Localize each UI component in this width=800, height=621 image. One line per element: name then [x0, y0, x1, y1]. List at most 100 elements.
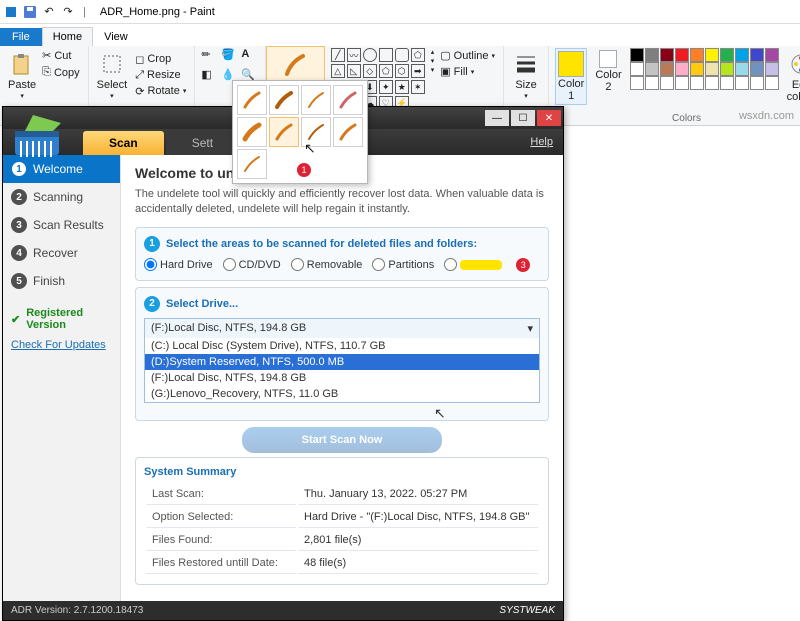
shape-arrow-r-icon[interactable]: ➡ — [411, 64, 425, 78]
tab-settings[interactable]: Sett — [166, 131, 239, 155]
brush-6[interactable] — [269, 117, 299, 147]
tab-scan[interactable]: Scan — [83, 131, 164, 155]
radio-cd-dvd[interactable]: CD/DVD — [223, 258, 281, 271]
color-custom7[interactable] — [720, 76, 734, 90]
color-lavender[interactable] — [765, 62, 779, 76]
color-gold[interactable] — [690, 62, 704, 76]
color-lime[interactable] — [720, 62, 734, 76]
fill-shape-button[interactable]: ▣Fill ▾ — [438, 64, 497, 79]
brush-7[interactable] — [301, 117, 331, 147]
brush-5[interactable] — [237, 117, 267, 147]
color-yellow[interactable] — [705, 48, 719, 62]
color-ltyellow[interactable] — [705, 62, 719, 76]
color-custom2[interactable] — [645, 76, 659, 90]
shape-line-icon[interactable]: ╱ — [331, 48, 345, 62]
color-gray25[interactable] — [645, 62, 659, 76]
brush-9[interactable] — [237, 149, 267, 179]
home-tab[interactable]: Home — [42, 27, 93, 46]
fill-icon[interactable]: 🪣 — [221, 48, 239, 66]
shape-roundrect-icon[interactable] — [395, 48, 409, 62]
outline-button[interactable]: ▢Outline ▾ — [438, 48, 497, 63]
shape-rect-icon[interactable] — [379, 48, 393, 62]
color-custom1[interactable] — [630, 76, 644, 90]
shape-star4-icon[interactable]: ✦ — [379, 80, 393, 94]
color-ltturquoise[interactable] — [735, 62, 749, 76]
shape-tri-icon[interactable]: △ — [331, 64, 345, 78]
radio-hard-drive[interactable]: Hard Drive — [144, 258, 213, 271]
drive-option-c[interactable]: (C:) Local Disc (System Drive), NTFS, 11… — [145, 338, 539, 354]
color-custom5[interactable] — [690, 76, 704, 90]
file-tab[interactable]: File — [0, 28, 42, 46]
shape-pent-icon[interactable]: ⬠ — [379, 64, 393, 78]
maximize-button[interactable]: ☐ — [511, 110, 535, 126]
redo-icon[interactable]: ↷ — [59, 3, 77, 21]
radio-hidden[interactable] — [444, 258, 502, 271]
save-icon[interactable] — [21, 3, 39, 21]
drive-option-g[interactable]: (G:)Lenovo_Recovery, NTFS, 11.0 GB — [145, 386, 539, 402]
step-scanning[interactable]: 2Scanning — [3, 183, 120, 211]
minimize-button[interactable]: — — [485, 110, 509, 126]
drive-option-f[interactable]: (F:)Local Disc, NTFS, 194.8 GB — [145, 370, 539, 386]
brush-2[interactable] — [269, 85, 299, 115]
color-turquoise[interactable] — [735, 48, 749, 62]
resize-button[interactable]: ⤢Resize — [133, 68, 188, 83]
color-custom10[interactable] — [765, 76, 779, 90]
view-tab[interactable]: View — [93, 27, 139, 46]
color-darkred[interactable] — [660, 48, 674, 62]
brush-1[interactable] — [237, 85, 267, 115]
pencil-icon[interactable]: ✏ — [201, 48, 219, 66]
brush-4[interactable] — [333, 85, 363, 115]
shape-hex-icon[interactable]: ⬡ — [395, 64, 409, 78]
color-custom9[interactable] — [750, 76, 764, 90]
paint-menu-icon[interactable] — [2, 3, 20, 21]
check-updates-link[interactable]: Check For Updates — [3, 333, 120, 361]
color2-button[interactable]: Color 2 — [593, 48, 623, 95]
cut-button[interactable]: ✂Cut — [40, 48, 82, 63]
shape-oval-icon[interactable] — [363, 48, 377, 62]
edit-colors-button[interactable]: Edit colors — [785, 48, 800, 105]
color-rose[interactable] — [675, 62, 689, 76]
text-icon[interactable]: A — [241, 48, 259, 66]
crop-button[interactable]: ◻Crop — [133, 52, 188, 67]
shape-star5-icon[interactable]: ★ — [395, 80, 409, 94]
drive-option-d[interactable]: (D:)System Reserved, NTFS, 500.0 MB — [145, 354, 539, 370]
color-custom3[interactable] — [660, 76, 674, 90]
shape-rtri-icon[interactable]: ◺ — [347, 64, 361, 78]
rotate-button[interactable]: ⟳Rotate ▾ — [133, 84, 188, 99]
color1-button[interactable]: Color 1 — [555, 48, 587, 105]
undo-icon[interactable]: ↶ — [40, 3, 58, 21]
gallery-down-icon[interactable]: ▾ — [431, 57, 435, 65]
step-recover[interactable]: 4Recover — [3, 239, 120, 267]
start-scan-button[interactable]: Start Scan Now — [242, 427, 442, 453]
shape-diamond-icon[interactable]: ◇ — [363, 64, 377, 78]
close-button[interactable]: ✕ — [537, 110, 561, 126]
help-link[interactable]: Help — [530, 136, 563, 148]
color-custom4[interactable] — [675, 76, 689, 90]
copy-button[interactable]: ⎘Copy — [40, 65, 82, 80]
color-orange[interactable] — [690, 48, 704, 62]
step-results[interactable]: 3Scan Results — [3, 211, 120, 239]
color-bluegray[interactable] — [750, 62, 764, 76]
color-custom8[interactable] — [735, 76, 749, 90]
size-button[interactable]: Size ▾ — [510, 48, 542, 102]
color-black[interactable] — [630, 48, 644, 62]
select-button[interactable]: Select ▾ — [95, 48, 130, 102]
shape-curve-icon[interactable]: 〰 — [347, 48, 361, 62]
color-indigo[interactable] — [750, 48, 764, 62]
shape-star6-icon[interactable]: ✶ — [411, 80, 425, 94]
shape-poly-icon[interactable]: ⬠ — [411, 48, 425, 62]
radio-removable[interactable]: Removable — [291, 258, 363, 271]
eraser-icon[interactable]: ◧ — [201, 68, 219, 86]
color-brown[interactable] — [660, 62, 674, 76]
color-red[interactable] — [675, 48, 689, 62]
drive-select[interactable]: (F:)Local Disc, NTFS, 194.8 GB▾ (C:) Loc… — [144, 318, 540, 403]
gallery-more-icon[interactable]: ▾ — [431, 66, 435, 74]
radio-partitions[interactable]: Partitions — [372, 258, 434, 271]
color-gray50[interactable] — [645, 48, 659, 62]
color-white[interactable] — [630, 62, 644, 76]
paste-button[interactable]: Paste ▾ — [6, 48, 38, 102]
color-purple[interactable] — [765, 48, 779, 62]
brush-3[interactable] — [301, 85, 331, 115]
color-green[interactable] — [720, 48, 734, 62]
color-custom6[interactable] — [705, 76, 719, 90]
